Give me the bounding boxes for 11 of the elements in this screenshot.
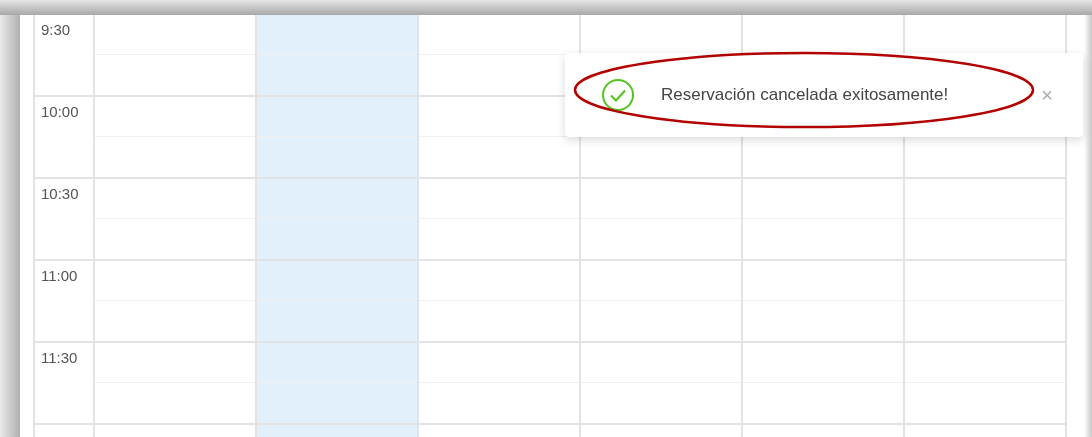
toast-message: Reservación cancelada exitosamente! [661,84,949,107]
time-label: 11:00 [41,267,78,284]
close-button[interactable]: × [1041,85,1053,105]
time-label: 10:30 [41,185,79,202]
time-label: 10:00 [41,103,79,120]
check-circle-icon [601,78,635,112]
time-label: 9:30 [41,21,71,38]
day-column[interactable] [417,15,579,437]
day-column[interactable] [255,15,417,437]
time-label: 11:30 [41,349,78,366]
day-column[interactable] [93,15,255,437]
